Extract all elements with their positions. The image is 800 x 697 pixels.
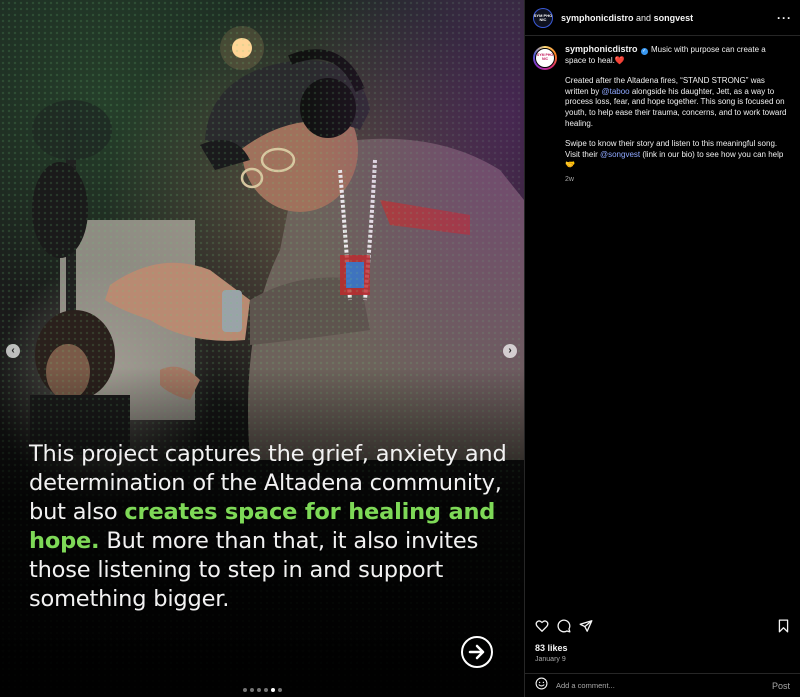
like-button[interactable] [535, 619, 549, 638]
verified-badge-icon: ✓ [640, 48, 648, 55]
more-icon: ··· [777, 10, 792, 25]
heart-icon [535, 619, 549, 632]
caption: symphonicdistro ✓ Music with purpose can… [565, 44, 787, 186]
pagination-dot [243, 688, 247, 692]
overlay-text: This project captures the grief, anxiety… [29, 440, 509, 614]
post-authors: symphonicdistro and songvest [561, 13, 693, 23]
handshake-emoji-icon: 🤝 [565, 160, 575, 170]
smiley-icon [535, 677, 548, 689]
save-button[interactable] [777, 619, 790, 638]
pagination-dot [264, 688, 268, 692]
paper-plane-icon [579, 619, 593, 632]
next-slide-button[interactable]: › [503, 344, 517, 358]
emoji-button[interactable] [535, 677, 548, 695]
caption-timestamp: 2w [565, 175, 574, 183]
pagination-dot [250, 688, 254, 692]
post-comment-button[interactable]: Post [772, 681, 790, 691]
author-link-songvest[interactable]: songvest [654, 13, 694, 23]
chevron-right-icon: › [508, 345, 512, 356]
authors-joiner: and [636, 12, 652, 23]
chevron-left-icon: ‹ [11, 345, 15, 356]
post-side-panel: SYM PHO NIC symphonicdistro and songvest… [524, 0, 800, 697]
caption-block: SYM PHO NIC symphonicdistro ✓ Music with… [525, 36, 800, 186]
arrow-right-circle-icon [461, 636, 493, 668]
pagination-dot [278, 688, 282, 692]
post-header: SYM PHO NIC symphonicdistro and songvest… [525, 0, 800, 36]
author-link-symphonicdistro[interactable]: symphonicdistro [561, 13, 634, 23]
post-actions [535, 618, 790, 638]
avatar[interactable]: SYM PHO NIC [533, 7, 553, 28]
comment-bar: Post [525, 673, 800, 697]
post-media[interactable]: This project captures the grief, anxiety… [0, 0, 524, 697]
carousel-pagination [243, 688, 282, 692]
pagination-dot [257, 688, 261, 692]
post-date: January 9 [535, 656, 566, 663]
comment-button[interactable] [557, 618, 571, 638]
caption-paragraph-2: Swipe to know their story and listen to … [565, 139, 784, 170]
pagination-dot [271, 688, 275, 692]
comment-input[interactable] [556, 681, 772, 690]
bookmark-icon [778, 619, 789, 632]
caption-avatar[interactable]: SYM PHO NIC [533, 46, 557, 70]
caption-paragraph-1: Created after the Altadena fires, “STAND… [565, 76, 787, 128]
previous-slide-button[interactable]: ‹ [6, 344, 20, 358]
likes-count[interactable]: 83 likes [535, 643, 568, 653]
share-button[interactable] [579, 619, 593, 638]
more-options-button[interactable]: ··· [777, 11, 792, 25]
mention-songvest[interactable]: @songvest [600, 150, 640, 159]
caption-username[interactable]: symphonicdistro [565, 44, 638, 54]
comment-icon [557, 618, 571, 632]
heart-emoji-icon: ❤️ [614, 55, 625, 65]
mention-taboo[interactable]: @taboo [601, 87, 629, 96]
